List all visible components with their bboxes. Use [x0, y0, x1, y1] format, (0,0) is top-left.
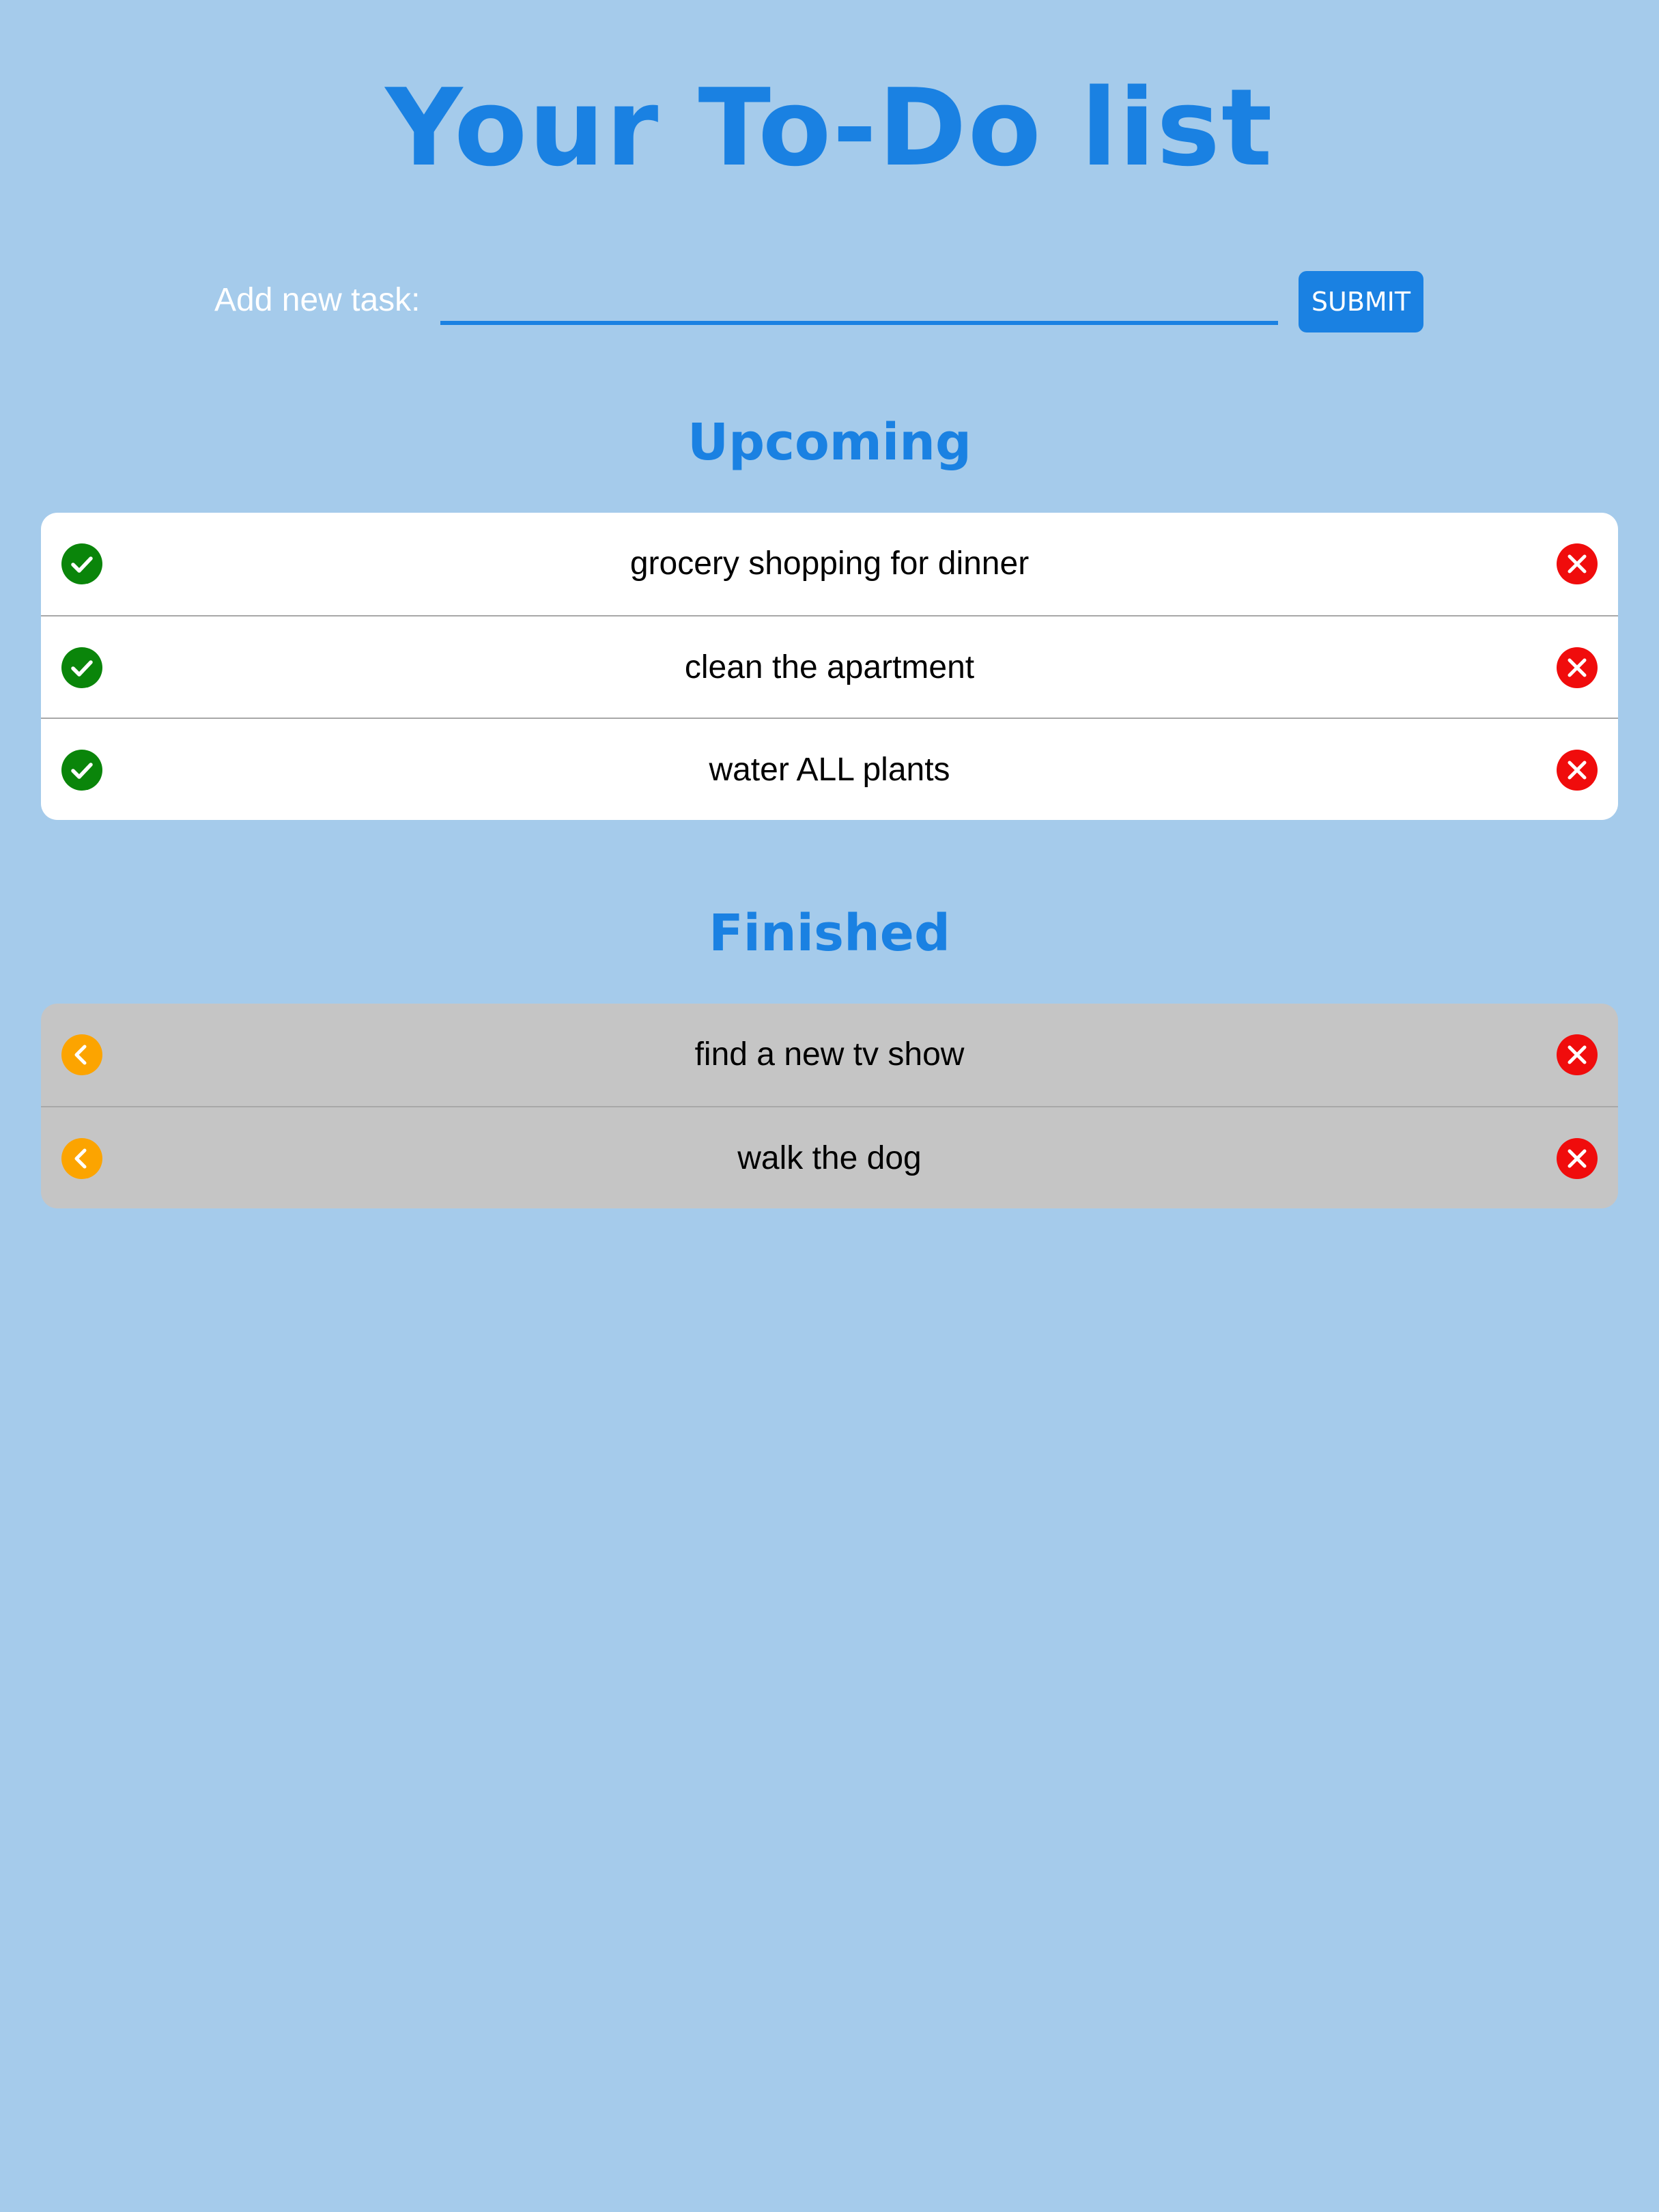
close-circle-icon[interactable]: [1557, 1138, 1598, 1179]
close-circle-icon[interactable]: [1557, 647, 1598, 688]
close-circle-icon[interactable]: [1557, 750, 1598, 791]
task-text: water ALL plants: [709, 752, 950, 788]
undo-chevron-left-icon[interactable]: [61, 1034, 102, 1075]
add-task-label: Add new task:: [214, 282, 421, 318]
check-circle-icon[interactable]: [61, 543, 102, 584]
task-text: clean the apartment: [684, 649, 975, 685]
upcoming-heading: Upcoming: [687, 413, 972, 472]
new-task-input[interactable]: [440, 276, 1278, 325]
upcoming-task-row: water ALL plants: [41, 718, 1618, 820]
task-text: walk the dog: [737, 1140, 922, 1176]
task-text: grocery shopping for dinner: [629, 545, 1030, 582]
finished-list: find a new tv show walk the dog: [41, 1004, 1618, 1208]
add-task-form: Add new task: SUBMIT: [0, 266, 1659, 335]
upcoming-list: grocery shopping for dinner clean the ap…: [41, 513, 1618, 820]
check-circle-icon[interactable]: [61, 750, 102, 791]
upcoming-task-row: clean the apartment: [41, 615, 1618, 718]
close-circle-icon[interactable]: [1557, 543, 1598, 584]
submit-button[interactable]: SUBMIT: [1299, 271, 1423, 332]
close-circle-icon[interactable]: [1557, 1034, 1598, 1075]
check-circle-icon[interactable]: [61, 647, 102, 688]
upcoming-task-row: grocery shopping for dinner: [41, 513, 1618, 615]
finished-task-row: find a new tv show: [41, 1004, 1618, 1106]
finished-heading: Finished: [709, 904, 950, 963]
undo-chevron-left-icon[interactable]: [61, 1138, 102, 1179]
finished-task-row: walk the dog: [41, 1106, 1618, 1208]
page-title: Your To-Do list: [385, 66, 1274, 190]
task-text: find a new tv show: [694, 1036, 965, 1073]
